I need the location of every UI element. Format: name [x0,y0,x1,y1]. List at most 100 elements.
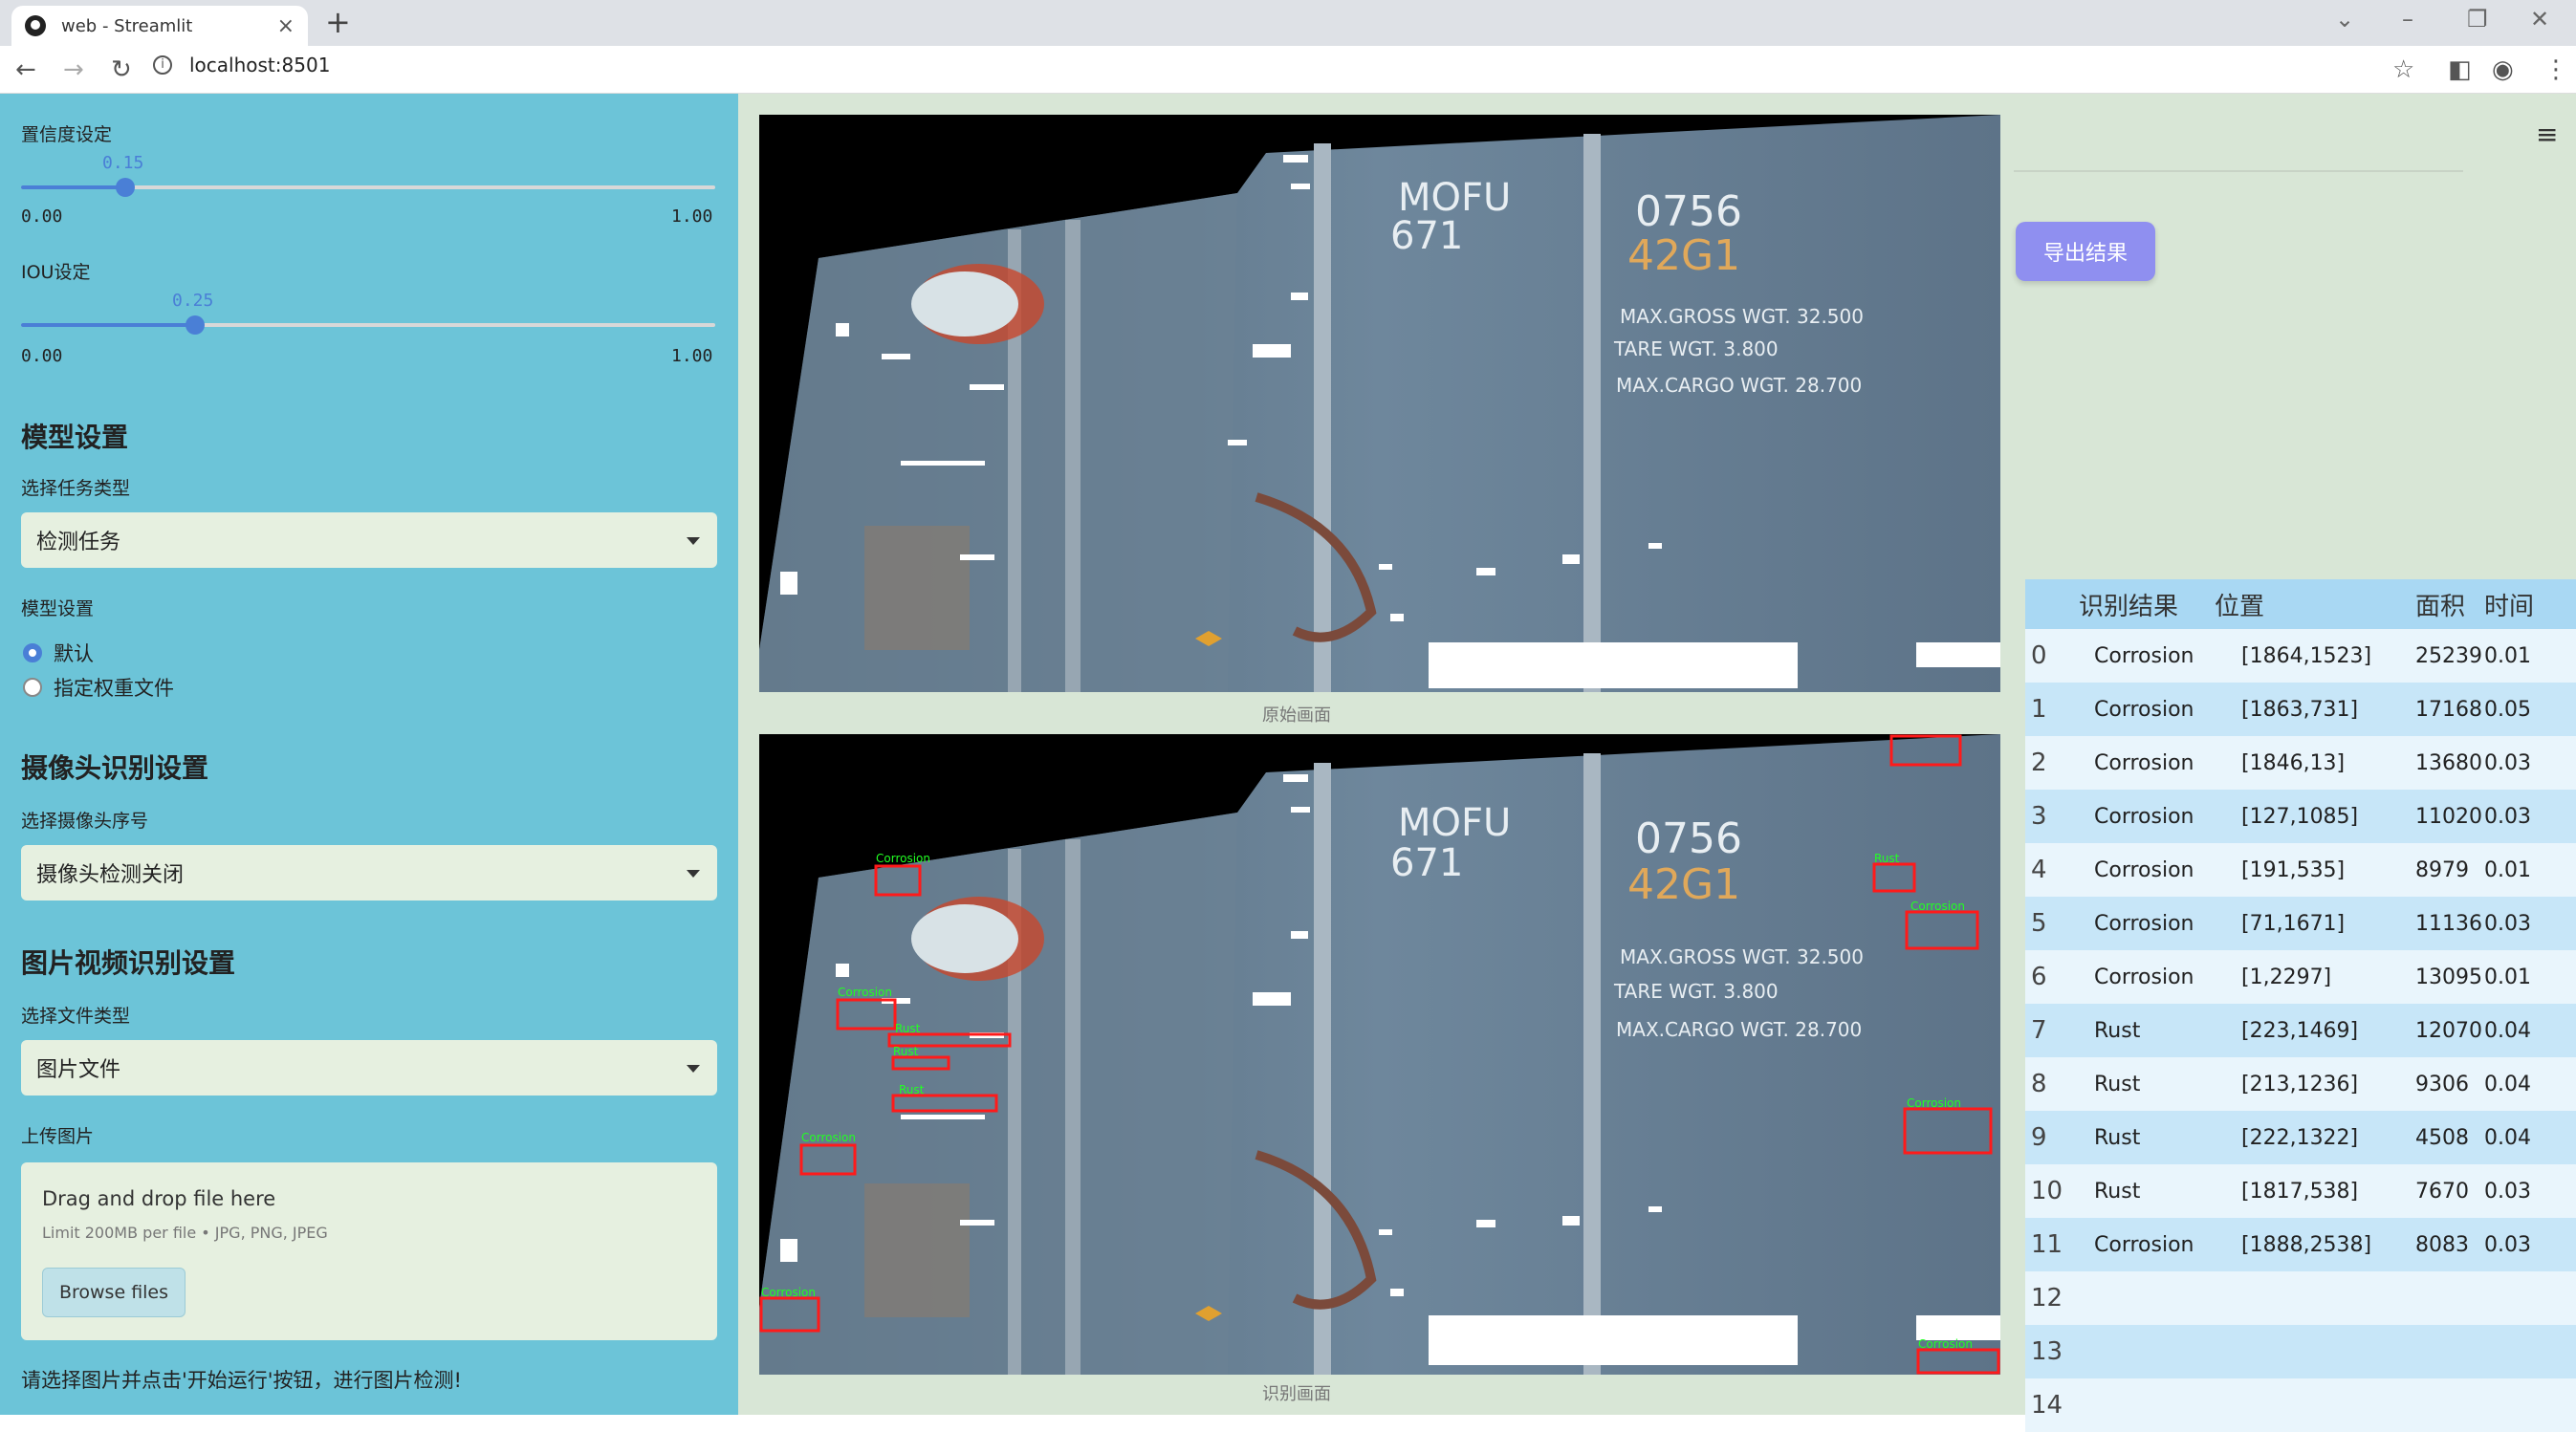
run-hint-text: 请选择图片并点击'开始运行'按钮，进行图片检测! [21,1369,462,1392]
forward-icon[interactable]: → [63,55,84,84]
table-body: 0 Corrosion [1864,1523] 25239 0.01 1 Corrosion… [2025,629,2576,1432]
svg-text:Rust: Rust [895,1022,921,1035]
radio-default-label: 默认 [54,642,94,665]
time-cell: 0.03 [2484,911,2531,936]
window-close-icon[interactable]: ✕ [2530,6,2549,33]
url-text: localhost:8501 [189,54,331,76]
row-index: 7 [2031,1016,2047,1045]
file-uploader-dropzone[interactable]: Drag and drop file here Limit 200MB per … [21,1162,717,1340]
time-cell: 0.03 [2484,1179,2531,1204]
sidebar: 置信度设定 0.15 0.00 1.00 IOU设定 0.25 0.00 1.0… [0,94,738,1415]
reload-icon[interactable]: ↻ [111,55,132,84]
table-row[interactable]: 13 [2025,1325,2576,1378]
svg-text:671: 671 [1390,214,1463,258]
area-cell: 12070 [2415,1018,2482,1043]
result-cell: Rust [2094,1179,2141,1204]
confidence-min: 0.00 [21,206,63,227]
table-row[interactable]: 2 Corrosion [1846,13] 13680 0.03 [2025,736,2576,790]
table-row[interactable]: 12 [2025,1271,2576,1325]
table-row[interactable]: 4 Corrosion [191,535] 8979 0.01 [2025,843,2576,897]
svg-text:Rust: Rust [899,1083,925,1096]
site-info-icon[interactable]: i [153,55,172,75]
svg-text:TARE WGT. 3.800: TARE WGT. 3.800 [1613,337,1779,360]
file-type-select[interactable]: 图片文件 [21,1040,717,1096]
position-cell: [1888,2538] [2241,1232,2372,1257]
task-type-value: 检测任务 [36,531,121,554]
results-table[interactable]: 识别结果 位置 面积 时间 0 Corrosion [1864,1523] 25239… [2025,579,2576,1432]
svg-text:Corrosion: Corrosion [1918,1337,1973,1351]
time-column-header[interactable]: 时间 [2478,587,2576,622]
container-photo-original: MOFU 671 0756 42G1 MAX.GROSS WGT. 32.500… [759,115,2000,692]
table-row[interactable]: 5 Corrosion [71,1671] 11136 0.03 [2025,897,2576,950]
table-row[interactable]: 6 Corrosion [1,2297] 13095 0.01 [2025,950,2576,1004]
svg-text:Corrosion: Corrosion [876,852,930,865]
position-column-header[interactable]: 位置 [2203,587,2408,622]
position-cell: [127,1085] [2241,804,2359,829]
upload-label: 上传图片 [21,1126,95,1147]
time-cell: 0.03 [2484,1232,2531,1257]
result-cell: Corrosion [2094,804,2194,829]
table-row[interactable]: 11 Corrosion [1888,2538] 8083 0.03 [2025,1218,2576,1271]
table-row[interactable]: 14 [2025,1378,2576,1432]
minimize-icon[interactable]: – [2402,6,2413,33]
confidence-slider[interactable] [21,178,715,197]
tab-close-icon[interactable]: × [277,14,295,38]
table-row[interactable]: 0 Corrosion [1864,1523] 25239 0.01 [2025,629,2576,683]
profile-icon[interactable]: ◉ [2492,55,2514,84]
row-index: 10 [2031,1177,2063,1205]
browser-tab[interactable]: web - Streamlit × [11,6,308,46]
row-index: 13 [2031,1337,2063,1366]
area-column-header[interactable]: 面积 [2408,587,2478,622]
address-bar[interactable]: i localhost:8501 [153,54,330,76]
model-config-label: 模型设置 [21,598,95,619]
table-row[interactable]: 7 Rust [223,1469] 12070 0.04 [2025,1004,2576,1057]
restore-icon[interactable]: ❐ [2467,6,2488,33]
task-type-select[interactable]: 检测任务 [21,512,717,568]
svg-text:Rust: Rust [1874,852,1900,865]
result-cell: Rust [2094,1125,2141,1150]
side-panel-icon[interactable]: ◧ [2448,55,2472,84]
result-cell: Corrosion [2094,750,2194,775]
iou-min: 0.00 [21,346,63,366]
iou-slider-thumb[interactable] [185,315,205,335]
radio-default[interactable]: 默认 [23,639,94,667]
row-index: 4 [2031,856,2047,884]
area-cell: 11136 [2415,911,2482,936]
result-cell: Rust [2094,1072,2141,1096]
camera-index-select[interactable]: 摄像头检测关闭 [21,845,717,900]
position-cell: [213,1236] [2241,1072,2359,1096]
area-cell: 8979 [2415,857,2469,882]
area-cell: 13680 [2415,750,2482,775]
radio-weights-file[interactable]: 指定权重文件 [23,673,174,702]
browser-navbar: ← → ↻ i localhost:8501 ☆ ◧ ◉ ⋮ [0,46,2576,94]
table-row[interactable]: 8 Rust [213,1236] 9306 0.04 [2025,1057,2576,1111]
main-content: MOFU 671 0756 42G1 MAX.GROSS WGT. 32.500… [738,94,2576,1432]
svg-text:Rust: Rust [893,1045,919,1058]
time-cell: 0.01 [2484,857,2531,882]
iou-slider-fill [21,323,195,327]
svg-text:42G1: 42G1 [1627,860,1740,909]
row-index: 0 [2031,641,2047,670]
iou-slider[interactable] [21,315,715,335]
browser-menu-icon[interactable]: ⋮ [2543,55,2568,84]
svg-text:671: 671 [1390,841,1463,885]
svg-text:MOFU: MOFU [1398,801,1511,845]
new-tab-icon[interactable]: + [325,4,351,40]
browse-files-button[interactable]: Browse files [42,1268,186,1317]
bookmark-star-icon[interactable]: ☆ [2392,55,2414,84]
table-row[interactable]: 9 Rust [222,1322] 4508 0.04 [2025,1111,2576,1164]
table-row[interactable]: 3 Corrosion [127,1085] 11020 0.03 [2025,790,2576,843]
export-results-button[interactable]: 导出结果 [2016,222,2155,281]
hamburger-menu-icon[interactable]: ≡ [2536,119,2558,150]
container-photo-detections: MOFU 671 0756 42G1 MAX.GROSS WGT. 32.500… [759,734,2000,1375]
result-image: MOFU 671 0756 42G1 MAX.GROSS WGT. 32.500… [759,734,2000,1375]
table-row[interactable]: 1 Corrosion [1863,731] 17168 0.05 [2025,683,2576,736]
confidence-label: 置信度设定 [21,124,113,145]
result-column-header[interactable]: 识别结果 [2069,587,2203,622]
table-row[interactable]: 10 Rust [1817,538] 7670 0.03 [2025,1164,2576,1218]
result-cell: Rust [2094,1018,2141,1043]
tab-search-chevron-icon[interactable]: ⌄ [2335,6,2354,33]
confidence-slider-thumb[interactable] [115,178,135,197]
back-icon[interactable]: ← [15,55,36,84]
original-caption: 原始画面 [1262,705,1331,726]
